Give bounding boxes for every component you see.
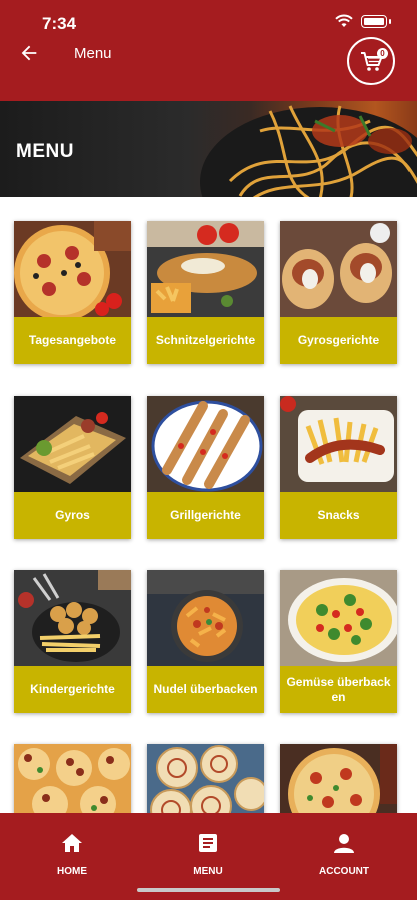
status-icons — [335, 14, 391, 28]
cart-count-badge: 0 — [377, 48, 388, 59]
home-indicator[interactable] — [137, 888, 280, 892]
app-header: 7:34 Menu 0 — [0, 0, 417, 101]
category-label: Gyrosgerichte — [280, 317, 397, 364]
nav-menu-label: MENU — [193, 866, 223, 877]
category-label: Snacks — [280, 492, 397, 539]
skewers-image — [147, 396, 264, 492]
category-card-gyrosgerichte[interactable]: Gyrosgerichte — [280, 221, 397, 364]
gyros-wrap-image — [280, 221, 397, 317]
nav-menu[interactable]: MENU — [163, 833, 253, 877]
status-time: 7:34 — [42, 14, 77, 33]
category-label: Kindergerichte — [14, 666, 131, 713]
category-card-snacks[interactable]: Snacks — [280, 396, 397, 539]
category-card-gyros[interactable]: Gyros — [14, 396, 131, 539]
pizza-image — [14, 221, 131, 317]
nav-account-label: ACCOUNT — [319, 866, 369, 877]
menu-banner: MENU — [0, 101, 417, 197]
category-label: Schnitzelgerichte — [147, 317, 264, 364]
category-label: Gyros — [14, 492, 131, 539]
user-icon — [334, 834, 354, 853]
baked-vegetables-image — [280, 570, 397, 666]
category-card-schnitzelgerichte[interactable]: Schnitzelgerichte — [147, 221, 264, 364]
home-icon — [62, 834, 82, 852]
category-card-nudel-ueberbacken[interactable]: Nudel überbacken — [147, 570, 264, 713]
pasta-image — [228, 105, 417, 197]
nav-account[interactable]: ACCOUNT — [299, 833, 389, 877]
baked-pasta-image — [147, 570, 264, 666]
cart-button[interactable]: 0 — [347, 37, 395, 85]
banner-title: MENU — [16, 141, 74, 162]
back-button[interactable] — [18, 42, 46, 66]
category-label: Tagesangebote — [14, 317, 131, 364]
arrow-left-icon — [21, 45, 37, 61]
bottom-navigation: HOME MENU ACCOUNT — [0, 813, 417, 900]
category-card-kindergerichte[interactable]: Kindergerichte — [14, 570, 131, 713]
category-card-grillgerichte[interactable]: Grillgerichte — [147, 396, 264, 539]
category-label: Grillgerichte — [147, 492, 264, 539]
gyros-plate-image — [14, 396, 131, 492]
nav-home[interactable]: HOME — [27, 833, 117, 877]
category-card-gemuese-ueberbacken[interactable]: Gemüse überbacken — [280, 570, 397, 713]
battery-icon — [361, 14, 387, 28]
fries-sausage-image — [280, 396, 397, 492]
schnitzel-image — [147, 221, 264, 317]
category-label: Nudel überbacken — [147, 666, 264, 713]
category-card-tagesangebote[interactable]: Tagesangebote — [14, 221, 131, 364]
wifi-icon — [335, 14, 353, 27]
page-title: Menu — [74, 45, 112, 62]
menu-list-icon — [199, 834, 217, 852]
category-label: Gemüse überbacken — [280, 666, 397, 713]
nuggets-fries-image — [14, 570, 131, 666]
nav-home-label: HOME — [57, 866, 87, 877]
